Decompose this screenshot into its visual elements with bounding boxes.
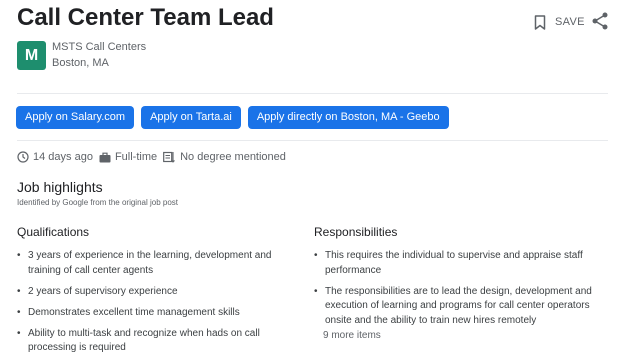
- highlights-title: Job highlights: [17, 179, 103, 195]
- degree-text: No degree mentioned: [180, 151, 286, 163]
- responsibilities-list: This requires the individual to supervis…: [314, 249, 606, 335]
- qualifications-list: 3 years of experience in the learning, d…: [17, 249, 279, 362]
- job-meta: 14 days ago Full-time No degree mentione…: [17, 151, 292, 163]
- briefcase-icon: [99, 152, 111, 162]
- company-logo: M: [17, 41, 46, 70]
- highlights-subtitle: Identified by Google from the original j…: [17, 198, 178, 207]
- list-item: 2 years of supervisory experience: [17, 285, 279, 300]
- apply-salary-button[interactable]: Apply on Salary.com: [16, 106, 135, 129]
- bookmark-icon: [534, 14, 546, 30]
- posted-text: 14 days ago: [33, 151, 93, 163]
- posted-info: 14 days ago: [17, 151, 93, 163]
- save-label: SAVE: [555, 16, 585, 28]
- responsibilities-heading: Responsibilities: [314, 225, 398, 239]
- job-title: Call Center Team Lead: [17, 4, 274, 31]
- clock-icon: [17, 151, 29, 163]
- employment-type: Full-time: [99, 151, 157, 163]
- apply-buttons: Apply on Salary.com Apply on Tarta.ai Ap…: [16, 106, 449, 129]
- list-item: Ability to multi-task and recognize when…: [17, 327, 279, 356]
- list-item: 3 years of experience in the learning, d…: [17, 249, 279, 278]
- list-item: This requires the individual to supervis…: [314, 249, 606, 278]
- apply-tarta-button[interactable]: Apply on Tarta.ai: [141, 106, 241, 129]
- company-name: MSTS Call Centers: [52, 41, 147, 53]
- apply-geebo-button[interactable]: Apply directly on Boston, MA - Geebo: [247, 106, 449, 129]
- qualifications-heading: Qualifications: [17, 225, 90, 239]
- job-location: Boston, MA: [52, 57, 109, 69]
- employment-type-text: Full-time: [114, 151, 158, 163]
- divider: [17, 93, 608, 94]
- save-button[interactable]: SAVE: [534, 12, 585, 32]
- degree-icon: [163, 151, 175, 163]
- degree-info: No degree mentioned: [163, 151, 286, 163]
- share-icon[interactable]: [592, 12, 608, 30]
- list-item: The responsibilities are to lead the des…: [314, 285, 606, 329]
- more-items-link[interactable]: 9 more items: [323, 330, 381, 341]
- divider: [17, 140, 608, 141]
- list-item: Demonstrates excellent time management s…: [17, 306, 279, 321]
